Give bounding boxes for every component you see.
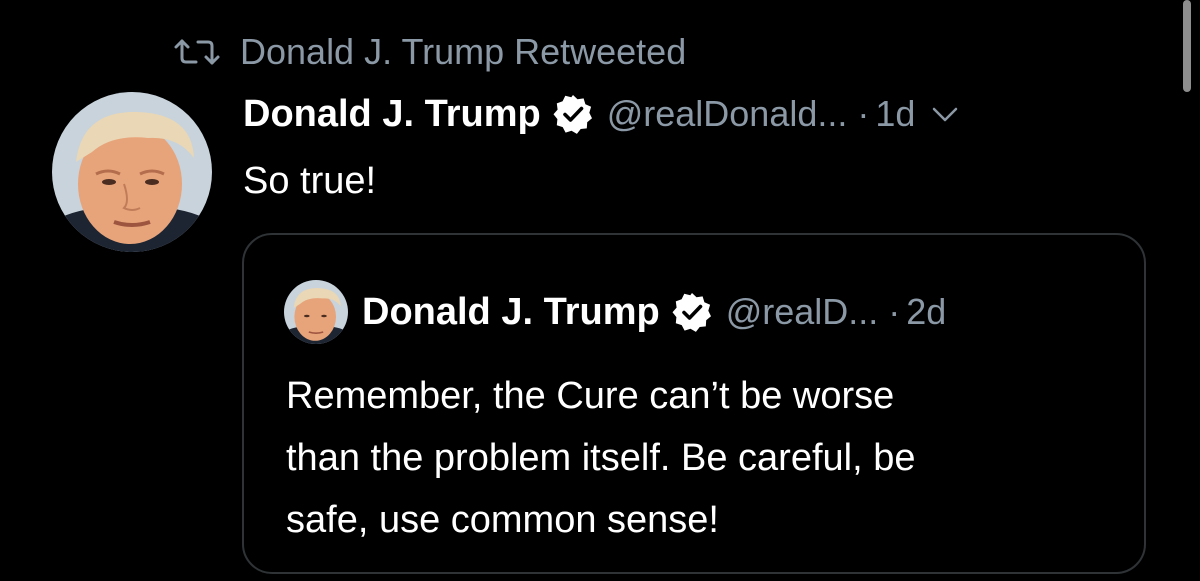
quoted-tweet-text: Remember, the Cure can’t be worse than t… xyxy=(286,365,1126,551)
author-avatar[interactable] xyxy=(52,92,212,252)
quoted-author-handle[interactable]: @realD... xyxy=(726,291,879,333)
tweet-header: Donald J. Trump @realDonald... · 1d xyxy=(243,88,959,140)
retweet-icon xyxy=(174,39,220,65)
scrollbar[interactable] xyxy=(1183,0,1191,92)
quoted-text-line: Remember, the Cure can’t be worse xyxy=(286,375,895,417)
quoted-tweet-timestamp[interactable]: 2d xyxy=(906,291,946,333)
tweet-text: So true! xyxy=(243,160,377,202)
quoted-text-line: than the problem itself. Be careful, be xyxy=(286,437,916,479)
verified-badge-icon xyxy=(553,95,592,134)
quoted-text-line: safe, use common sense! xyxy=(286,499,719,541)
separator-dot: · xyxy=(857,93,870,134)
quoted-author-avatar[interactable] xyxy=(284,280,348,344)
tweet-timestamp[interactable]: 1d xyxy=(875,93,915,135)
retweet-label: Donald J. Trump Retweeted xyxy=(240,31,687,72)
author-handle[interactable]: @realDonald... xyxy=(607,93,848,135)
quoted-author-name[interactable]: Donald J. Trump xyxy=(362,291,660,334)
quoted-tweet-header: Donald J. Trump @realD... · 2d xyxy=(284,279,946,345)
quoted-tweet-card[interactable]: Donald J. Trump @realD... · 2d Remember,… xyxy=(242,233,1146,574)
retweet-indicator: Donald J. Trump Retweeted xyxy=(172,30,686,74)
verified-badge-icon xyxy=(672,293,711,332)
separator-dot: · xyxy=(888,291,901,332)
chevron-down-icon[interactable] xyxy=(931,104,959,124)
author-name[interactable]: Donald J. Trump xyxy=(243,93,541,136)
